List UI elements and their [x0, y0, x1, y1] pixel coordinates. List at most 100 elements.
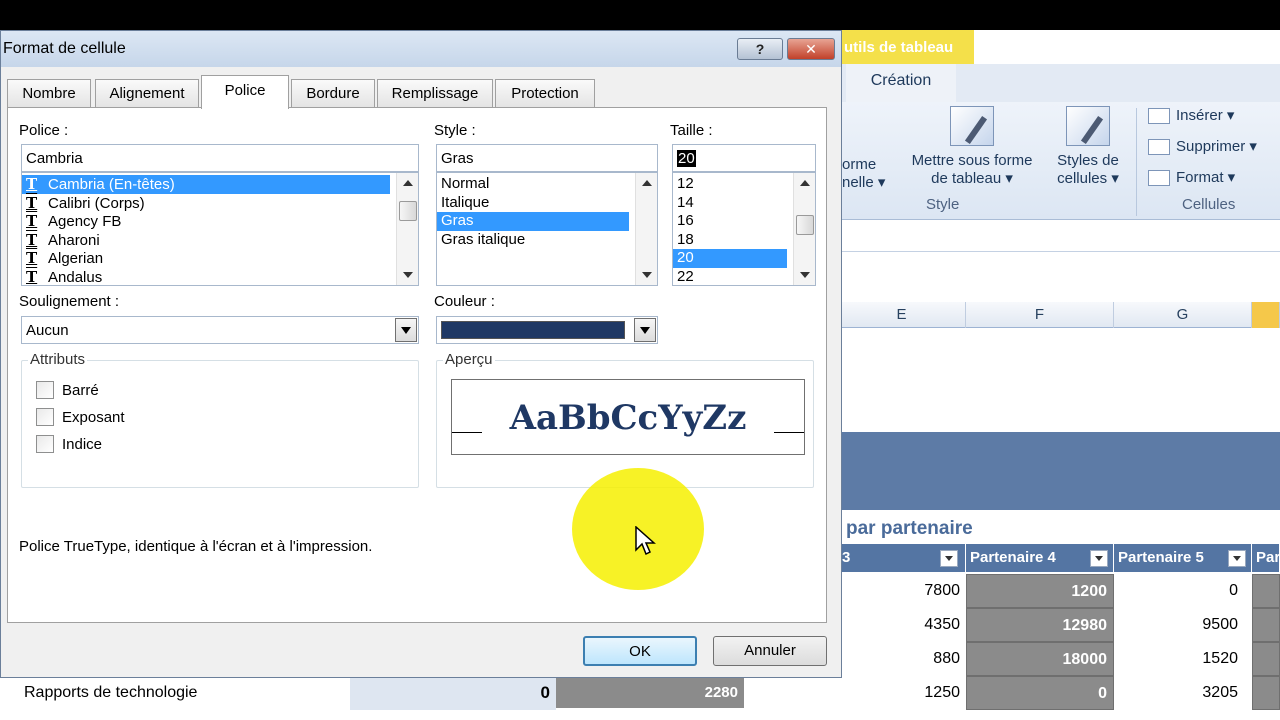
- scroll-thumb[interactable]: [796, 215, 814, 235]
- cell-styles-button[interactable]: Styles de cellules ▾: [1050, 106, 1126, 188]
- filter-dropdown-icon[interactable]: [1228, 550, 1246, 567]
- list-item[interactable]: T Algerian: [22, 249, 418, 268]
- insert-button[interactable]: Insérer ▾: [1148, 106, 1234, 125]
- table-header-3[interactable]: 3: [838, 544, 966, 572]
- format-as-table-button[interactable]: Mettre sous forme de tableau ▾: [898, 106, 1046, 188]
- table-cell[interactable]: 12980: [966, 608, 1114, 642]
- list-item[interactable]: Gras italique: [437, 231, 657, 250]
- table-cell[interactable]: 7800: [838, 574, 966, 608]
- font-label: Police :: [19, 122, 69, 139]
- button-label-line1: orme: [842, 156, 877, 173]
- scroll-down-icon[interactable]: [800, 272, 810, 278]
- insert-icon: [1148, 108, 1170, 125]
- cancel-button[interactable]: Annuler: [713, 636, 827, 666]
- help-button[interactable]: ?: [737, 38, 783, 60]
- table-cell[interactable]: 1200: [966, 574, 1114, 608]
- subscript-label[interactable]: Indice: [62, 436, 102, 453]
- tab-creation[interactable]: Création: [846, 64, 956, 102]
- strikethrough-checkbox[interactable]: [36, 381, 54, 399]
- table-cell[interactable]: 0: [350, 676, 556, 710]
- table-cell[interactable]: 1250: [838, 676, 966, 710]
- scroll-thumb[interactable]: [399, 201, 417, 221]
- strikethrough-label[interactable]: Barré: [62, 382, 99, 399]
- formula-bar[interactable]: [838, 224, 1280, 252]
- size-input[interactable]: 20: [672, 144, 816, 172]
- list-item[interactable]: Italique: [437, 194, 657, 213]
- underline-label: Soulignement :: [19, 293, 120, 310]
- table-cell[interactable]: [1252, 608, 1280, 642]
- underline-select-value: Aucun: [26, 322, 69, 339]
- list-item[interactable]: T Cambria (En-têtes): [22, 175, 390, 194]
- column-header-g[interactable]: G: [1114, 302, 1252, 328]
- scroll-up-icon[interactable]: [403, 180, 413, 186]
- table-cell[interactable]: [1252, 676, 1280, 710]
- table-header-partial[interactable]: Par: [1252, 544, 1280, 572]
- table-cell[interactable]: 1520: [1114, 642, 1244, 676]
- style-list-scrollbar[interactable]: [635, 173, 657, 285]
- underline-select[interactable]: Aucun: [21, 316, 419, 344]
- format-button[interactable]: Format ▾: [1148, 168, 1235, 187]
- cell-styles-icon: [1066, 106, 1110, 146]
- scroll-up-icon[interactable]: [800, 180, 810, 186]
- table-header-partenaire-4[interactable]: Partenaire 4: [966, 544, 1114, 572]
- list-item[interactable]: Normal: [437, 175, 657, 194]
- table-cell[interactable]: 880: [838, 642, 966, 676]
- preview-text: AaBbCcYyZz: [509, 398, 747, 438]
- scroll-down-icon[interactable]: [642, 272, 652, 278]
- close-button[interactable]: ✕: [787, 38, 835, 60]
- column-header-f[interactable]: F: [966, 302, 1114, 328]
- style-input[interactable]: Gras: [436, 144, 658, 172]
- table-row: Rapports de technologie 0 2280 1250 0 32…: [0, 676, 1280, 710]
- list-item[interactable]: T Andalus: [22, 268, 418, 286]
- column-header-h[interactable]: [1252, 302, 1280, 328]
- scroll-down-icon[interactable]: [403, 272, 413, 278]
- delete-button[interactable]: Supprimer ▾: [1148, 137, 1257, 156]
- table-cell[interactable]: [1252, 642, 1280, 676]
- list-item[interactable]: T Calibri (Corps): [22, 194, 418, 213]
- size-list-scrollbar[interactable]: [793, 173, 815, 285]
- tab-nombre[interactable]: Nombre: [7, 79, 91, 107]
- subscript-checkbox[interactable]: [36, 435, 54, 453]
- row-label[interactable]: Rapports de technologie: [24, 684, 197, 702]
- tab-protection[interactable]: Protection: [495, 79, 595, 107]
- superscript-label[interactable]: Exposant: [62, 409, 125, 426]
- list-item[interactable]: 20: [673, 249, 787, 268]
- table-cell[interactable]: 0: [1114, 574, 1244, 608]
- table-cell[interactable]: [1252, 574, 1280, 608]
- tab-bordure[interactable]: Bordure: [291, 79, 375, 107]
- table-cell[interactable]: 18000: [966, 642, 1114, 676]
- table-cell[interactable]: 2280: [556, 678, 744, 708]
- tab-remplissage[interactable]: Remplissage: [377, 79, 493, 107]
- table-header-partenaire-5[interactable]: Partenaire 5: [1114, 544, 1252, 572]
- size-list[interactable]: 12 14 16 18 20 22: [672, 172, 816, 286]
- font-list[interactable]: T Cambria (En-têtes) T Calibri (Corps) T Ag…: [21, 172, 419, 286]
- color-picker[interactable]: [436, 316, 658, 344]
- table-cell[interactable]: 4350: [838, 608, 966, 642]
- font-input[interactable]: Cambria: [21, 144, 419, 172]
- font-list-scrollbar[interactable]: [396, 173, 418, 285]
- scroll-up-icon[interactable]: [642, 180, 652, 186]
- filter-dropdown-icon[interactable]: [940, 550, 958, 567]
- table-tools-context-tab[interactable]: utils de tableau: [838, 30, 974, 64]
- superscript-checkbox[interactable]: [36, 408, 54, 426]
- ok-button[interactable]: OK: [583, 636, 697, 666]
- tab-police[interactable]: Police: [201, 75, 289, 109]
- list-item[interactable]: T Agency FB: [22, 212, 418, 231]
- dialog-titlebar[interactable]: Format de cellule ? ✕: [1, 31, 841, 67]
- table-cell[interactable]: 3205: [1114, 676, 1244, 710]
- style-list[interactable]: Normal Italique Gras Gras italique: [436, 172, 658, 286]
- filter-dropdown-icon[interactable]: [1090, 550, 1108, 567]
- table-cell[interactable]: 0: [966, 676, 1114, 710]
- font-preview-box: AaBbCcYyZz: [451, 379, 805, 455]
- conditional-format-button[interactable]: orme nelle ▾: [842, 156, 888, 192]
- list-item[interactable]: Gras: [437, 212, 629, 231]
- list-item-label: Algerian: [48, 250, 104, 267]
- tab-alignement[interactable]: Alignement: [95, 79, 199, 107]
- table-row: 4350 12980 9500: [838, 608, 1280, 642]
- chevron-down-icon[interactable]: [395, 318, 417, 342]
- list-item[interactable]: T Aharoni: [22, 231, 418, 250]
- chevron-down-icon[interactable]: [634, 318, 656, 342]
- table-cell[interactable]: 9500: [1114, 608, 1244, 642]
- list-item-label: Cambria (En-têtes): [48, 176, 175, 193]
- column-header-e[interactable]: E: [838, 302, 966, 328]
